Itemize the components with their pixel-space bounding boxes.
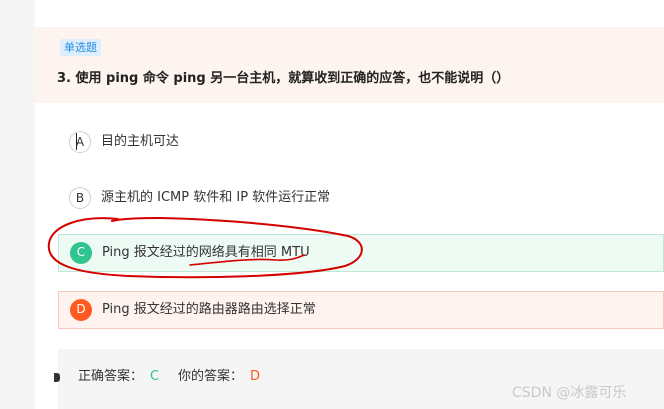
option-d-letter: D	[70, 299, 92, 321]
option-d-selected[interactable]: D Ping 报文经过的路由器路由选择正常	[58, 291, 664, 329]
your-answer-label: 你的答案：	[178, 369, 244, 384]
option-c-letter: C	[70, 242, 92, 264]
option-c-correct[interactable]: C Ping 报文经过的网络具有相同 MTU	[58, 234, 664, 272]
question-panel: 单选题 3. 使用 ping 命令 ping 另一台主机，就算收到正确的应答，也…	[35, 0, 664, 409]
option-b[interactable]: B 源主机的 ICMP 软件和 IP 软件运行正常	[58, 180, 664, 218]
question-header: 单选题 3. 使用 ping 命令 ping 另一台主机，就算收到正确的应答，也…	[35, 27, 664, 103]
option-a[interactable]: A 目的主机可达	[58, 124, 664, 162]
bullet-icon	[54, 373, 60, 382]
option-a-text: 目的主机可达	[101, 134, 180, 149]
option-c-text: Ping 报文经过的网络具有相同 MTU	[102, 245, 310, 260]
correct-answer-value: C	[150, 369, 160, 384]
watermark: CSDN @冰露可乐	[512, 385, 627, 401]
text-cursor	[76, 133, 77, 150]
option-b-letter: B	[69, 187, 91, 209]
question-title: 3. 使用 ping 命令 ping 另一台主机，就算收到正确的应答，也不能说明…	[57, 71, 510, 86]
option-b-text: 源主机的 ICMP 软件和 IP 软件运行正常	[101, 190, 331, 205]
option-a-letter: A	[69, 131, 91, 153]
question-type-tag: 单选题	[60, 39, 101, 56]
option-d-text: Ping 报文经过的路由器路由选择正常	[102, 302, 316, 317]
correct-answer-label: 正确答案：	[78, 369, 144, 384]
your-answer-value: D	[250, 369, 261, 384]
